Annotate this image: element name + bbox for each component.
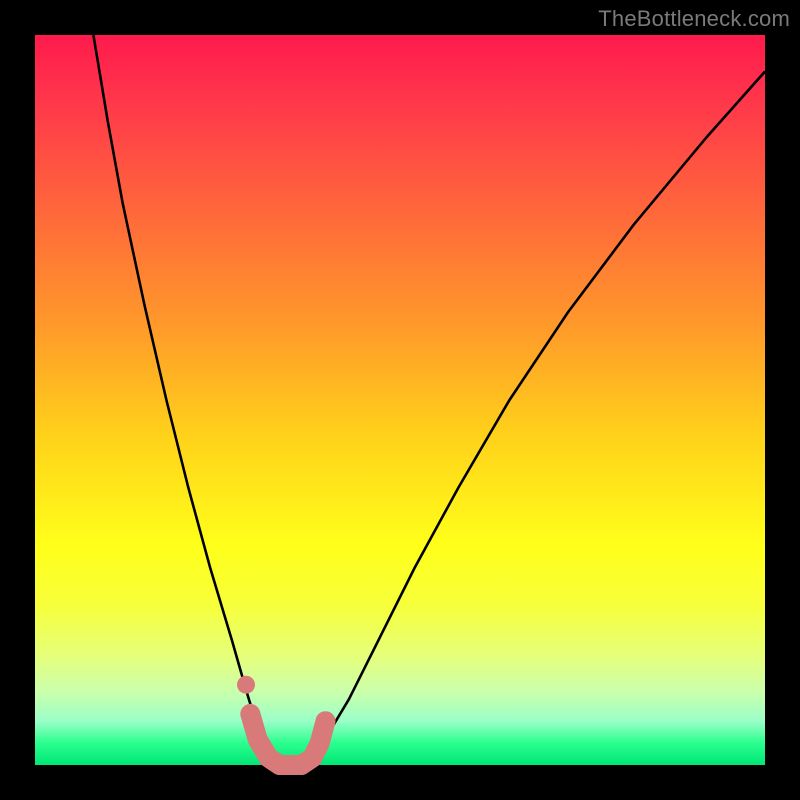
curve-svg (35, 35, 765, 765)
marker-dot (237, 676, 255, 694)
chart-frame: TheBottleneck.com (0, 0, 800, 800)
marker-band (250, 714, 325, 765)
marker-band-group (237, 676, 326, 765)
plot-area (35, 35, 765, 765)
bottleneck-curve (93, 35, 765, 765)
watermark-text: TheBottleneck.com (598, 6, 790, 32)
